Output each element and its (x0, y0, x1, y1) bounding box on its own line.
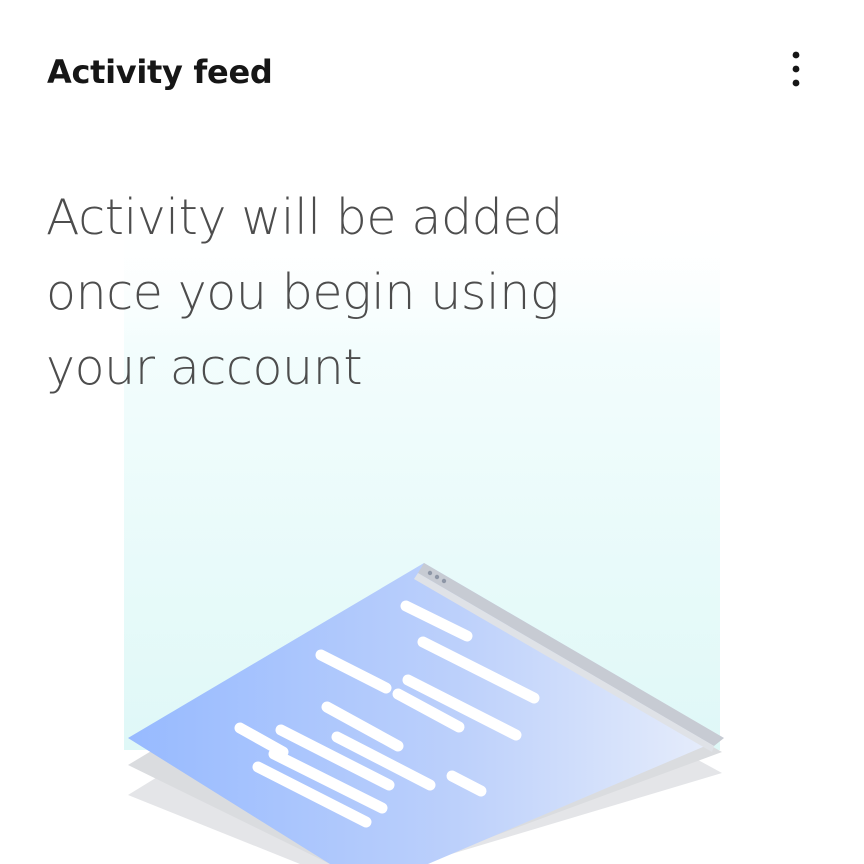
window-dot-icon (434, 574, 440, 580)
empty-state-message: Activity will be added once you begin us… (46, 189, 563, 396)
window-dot-icon (441, 578, 447, 584)
empty-state-illustration (124, 210, 724, 864)
activity-feed-card: Activity feed Activity will be added onc… (0, 0, 864, 864)
window-dot-icon (427, 570, 433, 576)
